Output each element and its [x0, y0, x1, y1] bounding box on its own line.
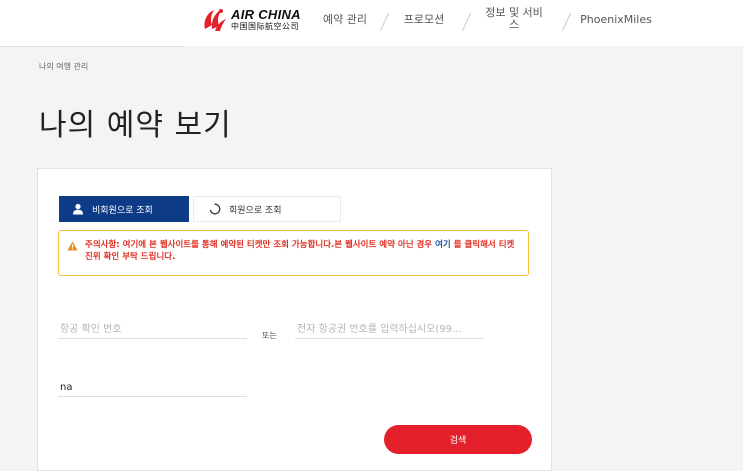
logo-name-en: AIR CHINA: [231, 6, 301, 22]
tab-member-lookup[interactable]: 회원으로 조회: [193, 196, 341, 222]
nav-separator: [379, 12, 390, 32]
warning-icon: [67, 241, 78, 251]
nav-item-promotions[interactable]: 프로모션: [398, 14, 450, 26]
notice-here-link[interactable]: 여기: [435, 240, 451, 250]
notice-text: 주의사항: 여기에 본 웹사이트를 통해 예약된 티켓만 조회 가능합니다.본 …: [85, 240, 436, 250]
notice-box: 주의사항: 여기에 본 웹사이트를 통해 예약된 티켓만 조회 가능합니다.본 …: [58, 230, 529, 276]
nav-item-manage-booking[interactable]: 예약 관리: [318, 14, 372, 26]
user-icon: [71, 202, 85, 216]
top-navigation-bar: AIR CHINA 中国国际航空公司 예약 관리 프로모션 정보 및 서비스 P…: [0, 0, 743, 46]
header-divider: [0, 46, 185, 47]
breadcrumb[interactable]: 나의 여행 관리: [39, 61, 88, 72]
name-input[interactable]: [58, 379, 247, 397]
nav-separator: [461, 12, 472, 32]
nav-item-phoenixmiles[interactable]: PhoenixMiles: [580, 14, 652, 26]
tab-guest-lookup[interactable]: 비회원으로 조회: [59, 196, 189, 222]
phoenix-logo-icon: [204, 9, 226, 31]
search-button[interactable]: 검색: [384, 425, 532, 454]
nav-item-info-services[interactable]: 정보 및 서비스: [482, 7, 546, 31]
loading-spinner-icon: [208, 202, 222, 216]
air-china-logo[interactable]: AIR CHINA 中国国际航空公司: [201, 4, 301, 34]
page-title: 나의 예약 보기: [39, 108, 232, 143]
tab-member-label: 회원으로 조회: [229, 205, 282, 216]
eticket-number-input[interactable]: [295, 321, 484, 339]
logo-name-cn: 中国国际航空公司: [231, 21, 299, 31]
tab-guest-label: 비회원으로 조회: [92, 205, 153, 216]
or-label: 또는: [262, 331, 277, 340]
confirmation-number-input[interactable]: [58, 321, 247, 339]
nav-separator: [561, 12, 572, 32]
booking-lookup-card: 비회원으로 조회 회원으로 조회 주의사항: 여기에 본 웹사이트를 통해 예약…: [37, 168, 552, 471]
